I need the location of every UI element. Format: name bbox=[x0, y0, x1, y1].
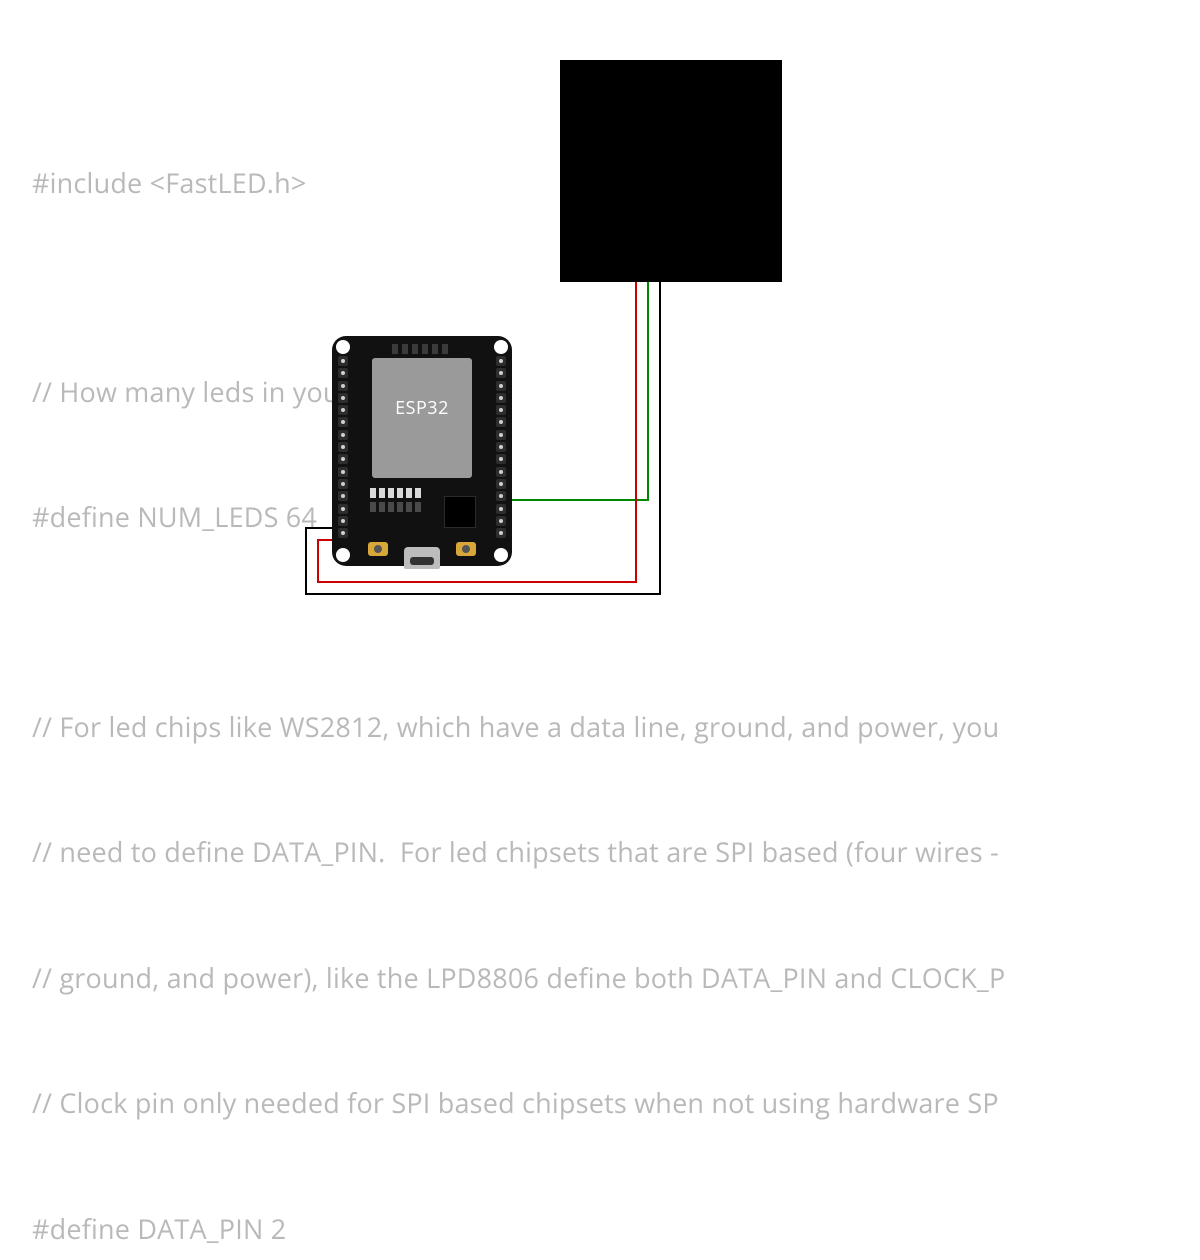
wifi-antenna bbox=[392, 344, 452, 354]
esp32-board[interactable]: ESP32 bbox=[332, 336, 512, 566]
gpio-pin[interactable] bbox=[338, 491, 348, 501]
gpio-pin[interactable] bbox=[496, 417, 506, 427]
gpio-pin[interactable] bbox=[338, 528, 348, 538]
esp32-shield: ESP32 bbox=[372, 358, 472, 478]
gpio-pin[interactable] bbox=[338, 479, 348, 489]
gpio-pin[interactable] bbox=[496, 381, 506, 391]
gpio-pin[interactable] bbox=[496, 454, 506, 464]
gpio-pin[interactable] bbox=[496, 393, 506, 403]
gpio-pin[interactable] bbox=[338, 405, 348, 415]
gpio-pin[interactable] bbox=[338, 467, 348, 477]
smd-components bbox=[370, 488, 421, 498]
gpio-pin[interactable] bbox=[338, 430, 348, 440]
gpio-pin[interactable] bbox=[338, 381, 348, 391]
pin-header-left[interactable] bbox=[338, 356, 348, 538]
gpio-pin[interactable] bbox=[338, 504, 348, 514]
gpio-pin[interactable] bbox=[338, 454, 348, 464]
gpio-pin[interactable] bbox=[496, 368, 506, 378]
mounting-hole bbox=[494, 548, 508, 562]
gpio-pin[interactable] bbox=[496, 356, 506, 366]
code-line: // ground, and power), like the LPD8806 … bbox=[32, 957, 1200, 999]
micro-usb-port[interactable] bbox=[404, 547, 440, 569]
gpio-pin[interactable] bbox=[338, 417, 348, 427]
gpio-pin[interactable] bbox=[338, 393, 348, 403]
code-line: #define NUM_LEDS 64 bbox=[32, 496, 1200, 538]
usb-serial-chip bbox=[444, 496, 476, 528]
gpio-pin[interactable] bbox=[496, 467, 506, 477]
gpio-pin[interactable] bbox=[496, 430, 506, 440]
gpio-pin[interactable] bbox=[496, 405, 506, 415]
led-matrix[interactable] bbox=[560, 60, 782, 282]
code-line: // How many leds in your strip? bbox=[32, 371, 1200, 413]
reset-button[interactable] bbox=[456, 542, 476, 556]
mounting-hole bbox=[336, 548, 350, 562]
gpio-pin[interactable] bbox=[496, 491, 506, 501]
gpio-pin[interactable] bbox=[338, 516, 348, 526]
gpio-pin[interactable] bbox=[496, 516, 506, 526]
code-line: // need to define DATA_PIN. For led chip… bbox=[32, 831, 1200, 873]
gpio-pin[interactable] bbox=[496, 504, 506, 514]
code-line: // For led chips like WS2812, which have… bbox=[32, 706, 1200, 748]
boot-button[interactable] bbox=[368, 542, 388, 556]
gpio-pin[interactable] bbox=[496, 442, 506, 452]
mounting-hole bbox=[336, 340, 350, 354]
pin-header-right[interactable] bbox=[496, 356, 506, 538]
mounting-hole bbox=[494, 340, 508, 354]
smd-components bbox=[370, 502, 421, 512]
gpio-pin[interactable] bbox=[496, 528, 506, 538]
gpio-pin[interactable] bbox=[338, 442, 348, 452]
gpio-pin[interactable] bbox=[496, 479, 506, 489]
code-line: #define DATA_PIN 2 bbox=[32, 1208, 1200, 1250]
gpio-pin[interactable] bbox=[338, 368, 348, 378]
gpio-pin[interactable] bbox=[338, 356, 348, 366]
chip-label: ESP32 bbox=[395, 396, 449, 420]
code-line: // Clock pin only needed for SPI based c… bbox=[32, 1082, 1200, 1124]
